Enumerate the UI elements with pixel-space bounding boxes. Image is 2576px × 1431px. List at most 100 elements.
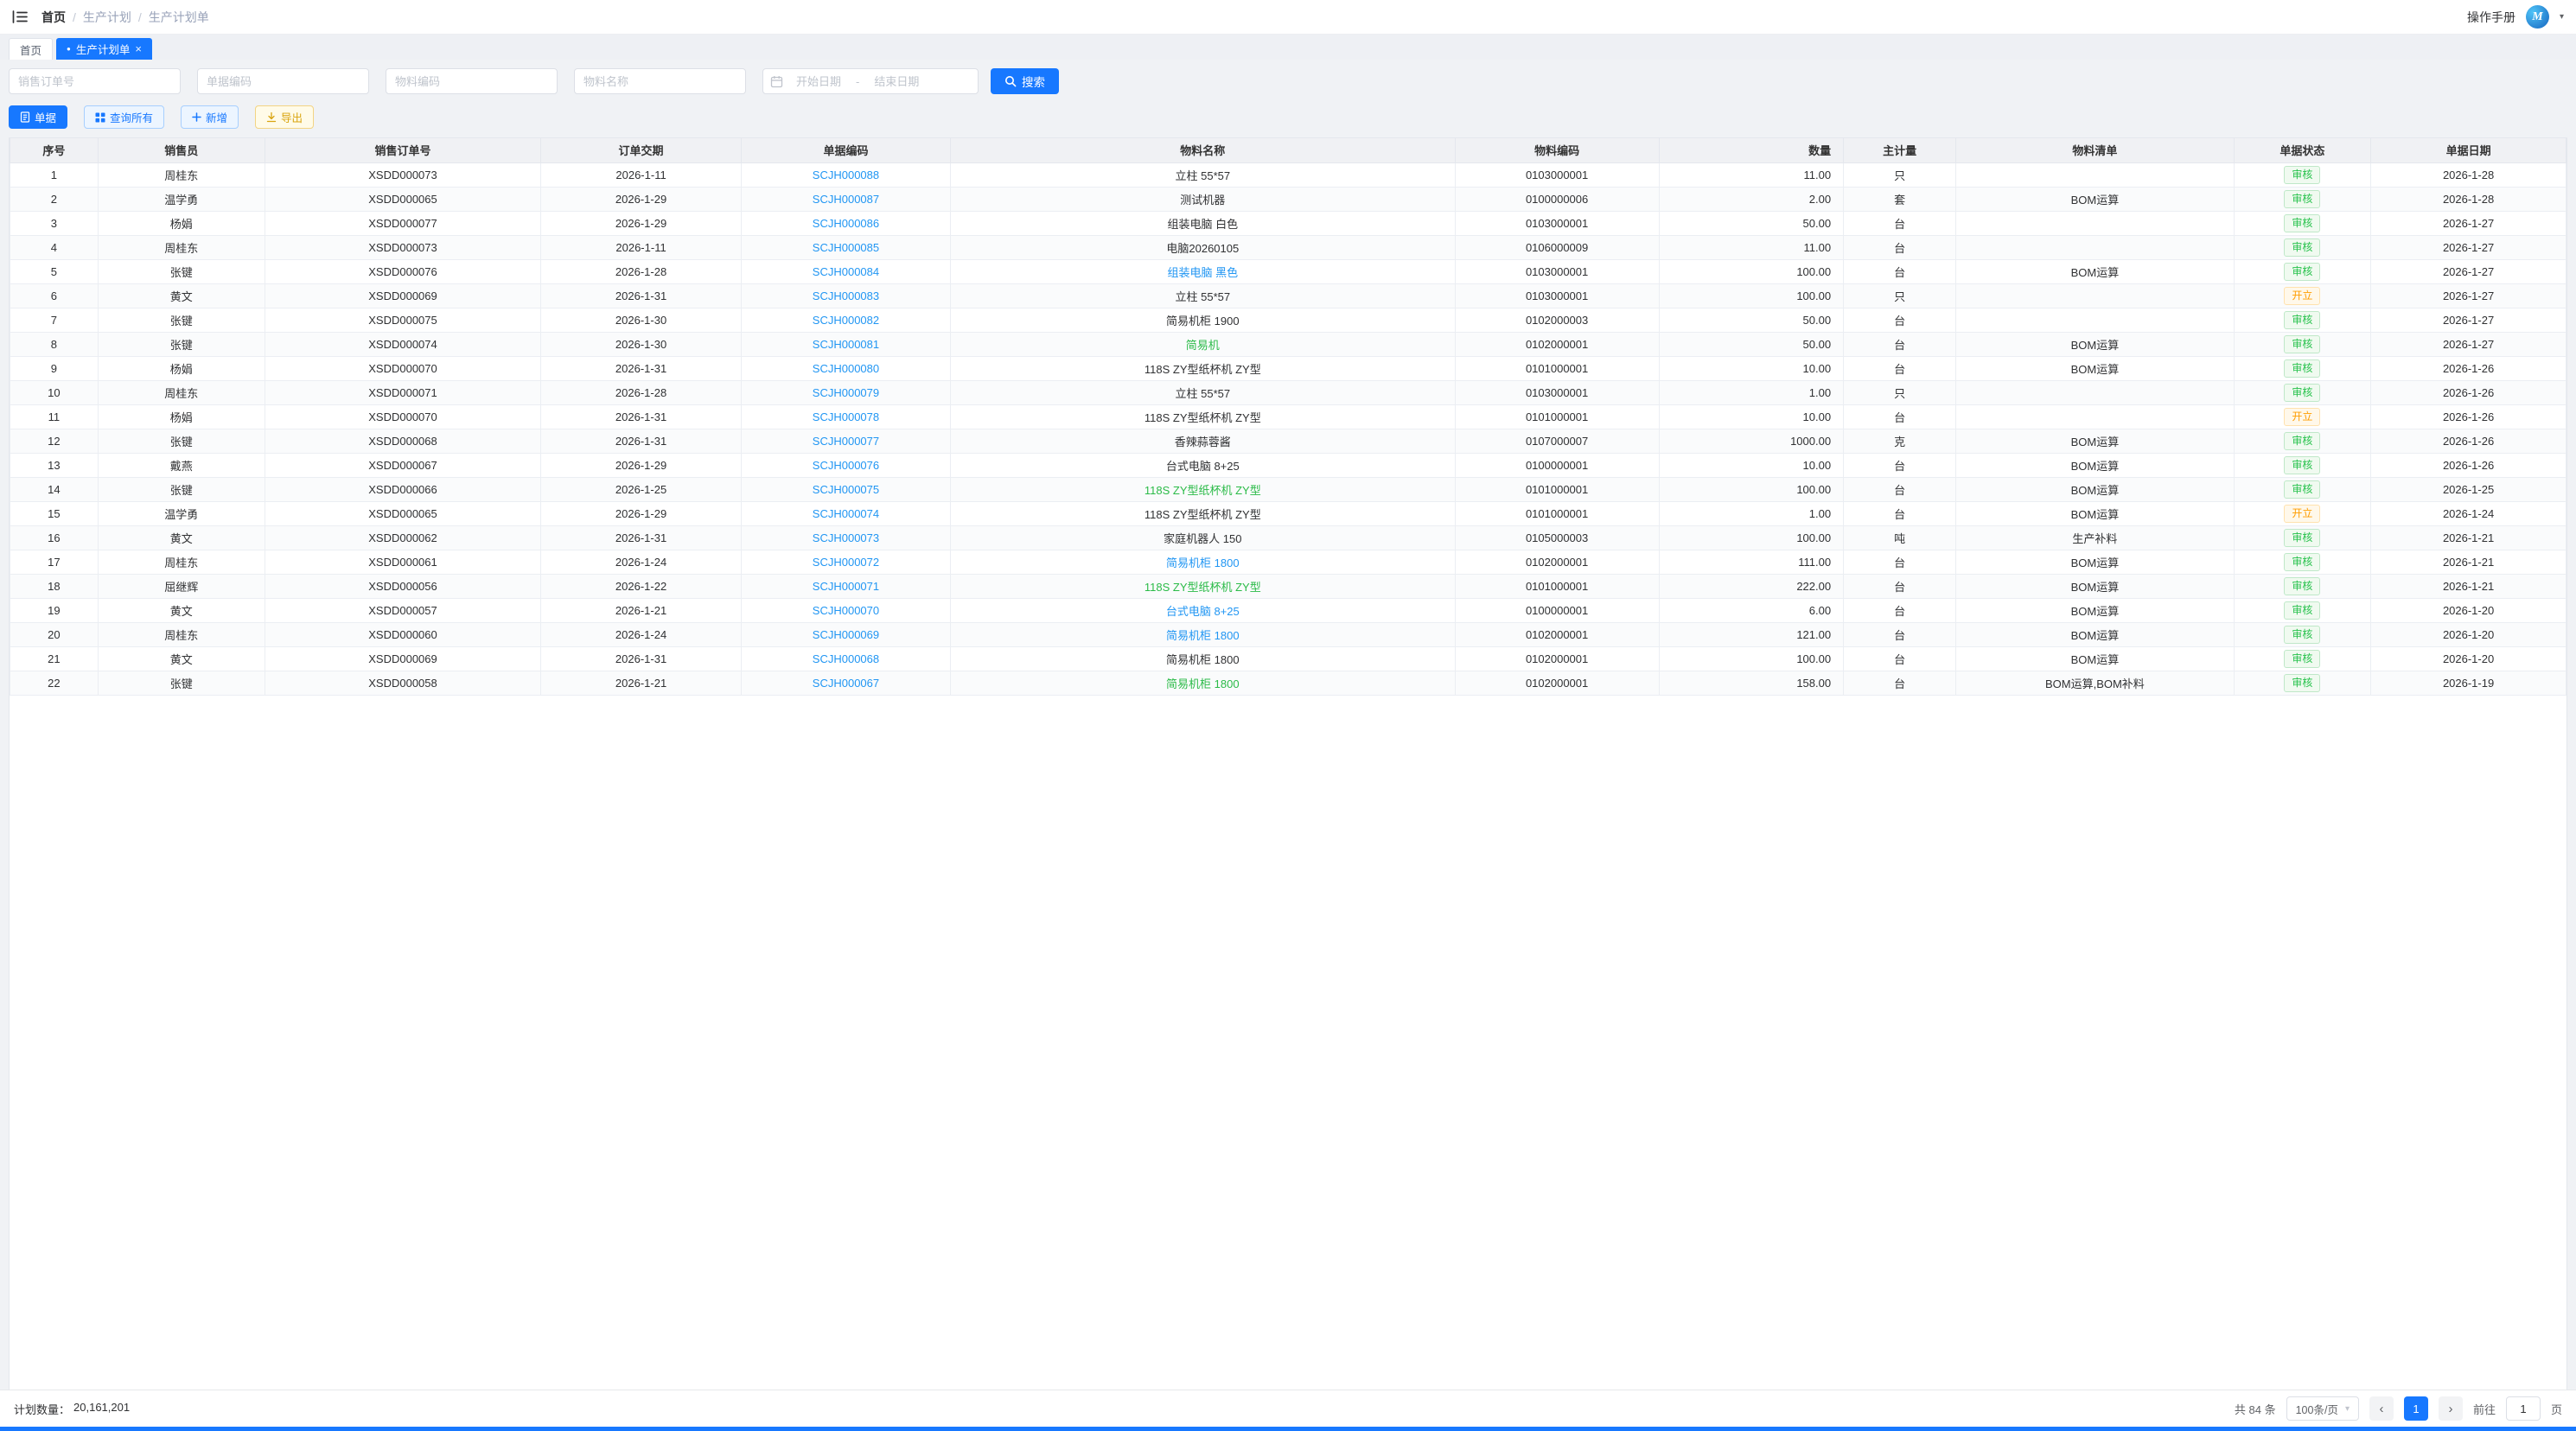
cell-unit: 台: [1844, 235, 1956, 259]
cell-material-code: 0103000001: [1455, 259, 1659, 283]
cell-doc-code[interactable]: SCJH000077: [741, 429, 950, 453]
cell-index: 14: [10, 477, 99, 501]
status-badge: 审核: [2284, 335, 2320, 353]
cell-doc-code[interactable]: SCJH000069: [741, 622, 950, 646]
cell-doc-code[interactable]: SCJH000086: [741, 211, 950, 235]
cell-material-code: 0103000001: [1455, 211, 1659, 235]
menu-collapse-icon[interactable]: [12, 10, 28, 23]
add-button[interactable]: 新增: [181, 105, 239, 129]
document-icon: [20, 111, 30, 123]
cell-status: 审核: [2234, 429, 2371, 453]
column-header-8: 主计量: [1844, 138, 1956, 162]
page-1-button[interactable]: 1: [2404, 1396, 2428, 1421]
cell-doc-code[interactable]: SCJH000072: [741, 550, 950, 574]
start-date-input[interactable]: [787, 74, 851, 89]
next-page-button[interactable]: ›: [2439, 1396, 2463, 1421]
cell-doc-code[interactable]: SCJH000073: [741, 525, 950, 550]
cell-bom-list: [1956, 283, 2234, 308]
cell-quantity: 11.00: [1659, 235, 1844, 259]
cell-doc-code[interactable]: SCJH000079: [741, 380, 950, 404]
cell-doc-code[interactable]: SCJH000071: [741, 574, 950, 598]
breadcrumb: 首页 / 生产计划 / 生产计划单: [41, 9, 209, 26]
cell-status: 审核: [2234, 477, 2371, 501]
cell-unit: 只: [1844, 162, 1956, 187]
cell-material-code: 0101000001: [1455, 477, 1659, 501]
cell-doc-code[interactable]: SCJH000075: [741, 477, 950, 501]
cell-material-name[interactable]: 118S ZY型纸杯机 ZY型: [950, 574, 1455, 598]
cell-doc-code[interactable]: SCJH000083: [741, 283, 950, 308]
breadcrumb-production-plan-order[interactable]: 生产计划单: [149, 9, 209, 26]
cell-doc-code[interactable]: SCJH000067: [741, 671, 950, 695]
cell-index: 1: [10, 162, 99, 187]
cell-doc-date: 2026-1-27: [2371, 259, 2566, 283]
tab-close-icon[interactable]: ×: [135, 43, 142, 54]
breadcrumb-home[interactable]: 首页: [41, 9, 66, 26]
document-button[interactable]: 单据: [9, 105, 67, 129]
cell-doc-code[interactable]: SCJH000084: [741, 259, 950, 283]
query-all-button[interactable]: 查询所有: [84, 105, 164, 129]
cell-material-name: 立柱 55*57: [950, 162, 1455, 187]
cell-doc-code[interactable]: SCJH000087: [741, 187, 950, 211]
cell-material-name[interactable]: 简易机柜 1800: [950, 550, 1455, 574]
cell-material-name[interactable]: 简易机柜 1800: [950, 671, 1455, 695]
breadcrumb-production-plan[interactable]: 生产计划: [83, 9, 131, 26]
cell-doc-code[interactable]: SCJH000080: [741, 356, 950, 380]
cell-index: 21: [10, 646, 99, 671]
cell-doc-code[interactable]: SCJH000078: [741, 404, 950, 429]
table-row: 3杨娟XSDD0000772026-1-29SCJH000086组装电脑 白色0…: [10, 211, 2566, 235]
cell-material-name[interactable]: 台式电脑 8+25: [950, 598, 1455, 622]
cell-status: 审核: [2234, 598, 2371, 622]
cell-sales-order: XSDD000056: [265, 574, 540, 598]
manual-link[interactable]: 操作手册: [2467, 9, 2515, 26]
cell-material-name[interactable]: 118S ZY型纸杯机 ZY型: [950, 477, 1455, 501]
cell-doc-date: 2026-1-28: [2371, 162, 2566, 187]
cell-index: 8: [10, 332, 99, 356]
cell-material-name[interactable]: 组装电脑 黑色: [950, 259, 1455, 283]
end-date-input[interactable]: [864, 74, 928, 89]
table-container: 序号销售员销售订单号订单交期单据编码物料名称物料编码数量主计量物料清单单据状态单…: [9, 137, 2567, 1390]
cell-sales-order: XSDD000069: [265, 646, 540, 671]
column-header-3: 订单交期: [541, 138, 742, 162]
user-menu-caret-icon[interactable]: ▾: [2560, 12, 2564, 22]
cell-doc-date: 2026-1-20: [2371, 598, 2566, 622]
cell-doc-code[interactable]: SCJH000082: [741, 308, 950, 332]
user-avatar[interactable]: M: [2526, 5, 2549, 29]
breadcrumb-separator: /: [73, 10, 76, 24]
cell-status: 开立: [2234, 283, 2371, 308]
cell-sales-order: XSDD000061: [265, 550, 540, 574]
material-name-input[interactable]: [574, 68, 746, 94]
prev-page-button[interactable]: ‹: [2369, 1396, 2394, 1421]
material-code-input[interactable]: [386, 68, 558, 94]
tab-production-plan-order[interactable]: ● 生产计划单 ×: [56, 38, 152, 60]
sales-order-input[interactable]: [9, 68, 181, 94]
cell-doc-code[interactable]: SCJH000081: [741, 332, 950, 356]
cell-material-name: 组装电脑 白色: [950, 211, 1455, 235]
search-button[interactable]: 搜索: [991, 68, 1059, 94]
cell-doc-date: 2026-1-26: [2371, 380, 2566, 404]
cell-index: 6: [10, 283, 99, 308]
cell-doc-code[interactable]: SCJH000088: [741, 162, 950, 187]
export-button[interactable]: 导出: [255, 105, 314, 129]
cell-doc-code[interactable]: SCJH000085: [741, 235, 950, 259]
goto-page-input[interactable]: [2506, 1396, 2541, 1421]
cell-quantity: 111.00: [1659, 550, 1844, 574]
cell-doc-code[interactable]: SCJH000074: [741, 501, 950, 525]
date-range-picker[interactable]: -: [762, 68, 979, 94]
cell-seller: 张键: [98, 332, 265, 356]
cell-doc-code[interactable]: SCJH000068: [741, 646, 950, 671]
bottom-scrollbar[interactable]: [0, 1427, 2576, 1431]
cell-sales-order: XSDD000067: [265, 453, 540, 477]
cell-material-name[interactable]: 简易机: [950, 332, 1455, 356]
cell-doc-code[interactable]: SCJH000070: [741, 598, 950, 622]
cell-sales-order: XSDD000070: [265, 404, 540, 429]
page-size-select[interactable]: 100条/页 ▾: [2286, 1396, 2359, 1421]
tab-home[interactable]: 首页: [9, 38, 53, 60]
cell-order-due-date: 2026-1-22: [541, 574, 742, 598]
add-button-label: 新增: [206, 109, 227, 125]
cell-unit: 台: [1844, 211, 1956, 235]
cell-unit: 只: [1844, 380, 1956, 404]
cell-material-name[interactable]: 简易机柜 1800: [950, 622, 1455, 646]
cell-doc-code[interactable]: SCJH000076: [741, 453, 950, 477]
doc-code-input[interactable]: [197, 68, 369, 94]
cell-unit: 克: [1844, 429, 1956, 453]
